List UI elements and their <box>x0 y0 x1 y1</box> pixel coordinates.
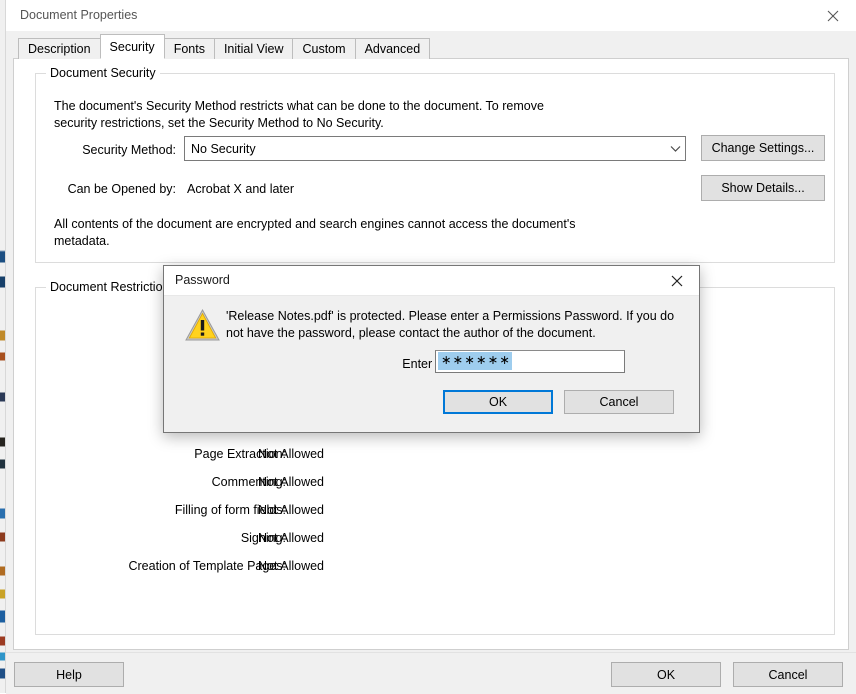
restriction-label-signing: Signing: <box>240 531 286 545</box>
tab-description[interactable]: Description <box>18 38 101 59</box>
tab-fonts[interactable]: Fonts <box>163 38 215 59</box>
help-button[interactable]: Help <box>14 662 124 687</box>
encryption-note: All contents of the document are encrypt… <box>54 217 576 248</box>
chevron-down-icon <box>665 137 685 160</box>
tab-initial-view[interactable]: Initial View <box>213 38 294 59</box>
security-method-label: Security Method: <box>82 143 176 157</box>
restriction-value-commenting: Not Allowed <box>258 475 325 489</box>
tab-security[interactable]: Security <box>99 34 165 59</box>
document-security-group: Document Security The document's Securit… <box>35 66 835 263</box>
warning-triangle-glyph <box>185 308 220 341</box>
close-icon[interactable] <box>810 0 856 31</box>
restriction-label-filling-form-fields: Filling of form fields: <box>174 503 286 517</box>
tab-custom[interactable]: Custom <box>292 38 356 59</box>
cancel-button[interactable]: Cancel <box>733 662 843 687</box>
close-glyph <box>671 275 683 286</box>
password-input-value: ∗∗∗∗∗∗ <box>438 352 513 370</box>
restriction-value-filling-form-fields: Not Allowed <box>258 503 325 517</box>
security-method-select[interactable]: No Security <box>184 136 686 161</box>
password-dialog-cancel-button[interactable]: Cancel <box>564 390 674 414</box>
footer-bar: Help OK Cancel <box>6 652 856 694</box>
password-dialog-titlebar: Password <box>164 266 699 296</box>
restriction-label-template-pages: Creation of Template Pages: <box>128 559 286 573</box>
show-details-button[interactable]: Show Details... <box>701 175 825 201</box>
restriction-value-page-extraction: Not Allowed <box>258 447 325 461</box>
password-dialog-message: 'Release Notes.pdf' is protected. Please… <box>226 309 675 340</box>
restriction-label-commenting: Commenting: <box>211 475 286 489</box>
ok-button[interactable]: OK <box>611 662 721 687</box>
password-dialog: Password 'Release Notes.pdf' is protecte… <box>163 265 700 433</box>
tab-strip: Description Security Fonts Initial View … <box>18 34 431 59</box>
password-input[interactable]: ∗∗∗∗∗∗ <box>435 350 625 373</box>
restriction-value-template-pages: Not Allowed <box>258 559 325 573</box>
restriction-value-signing: Not Allowed <box>258 531 325 545</box>
restriction-label-page-extraction: Page Extraction: <box>194 447 286 461</box>
window-titlebar: Document Properties <box>6 0 856 32</box>
password-dialog-close-icon[interactable] <box>655 266 699 295</box>
warning-triangle-icon <box>184 307 221 344</box>
tab-advanced[interactable]: Advanced <box>354 38 431 59</box>
security-method-value: No Security <box>191 141 256 156</box>
window-title: Document Properties <box>20 8 138 22</box>
chevron-down-glyph <box>670 145 680 152</box>
can-be-opened-by-label: Can be Opened by: <box>67 182 176 196</box>
security-method-description: The document's Security Method restricts… <box>54 99 544 130</box>
password-dialog-ok-button[interactable]: OK <box>443 390 553 414</box>
close-glyph <box>827 10 839 21</box>
can-be-opened-by-value: Acrobat X and later <box>187 182 295 196</box>
password-dialog-title: Password <box>175 273 230 287</box>
change-settings-button[interactable]: Change Settings... <box>701 135 825 161</box>
document-security-group-title: Document Security <box>46 66 160 80</box>
